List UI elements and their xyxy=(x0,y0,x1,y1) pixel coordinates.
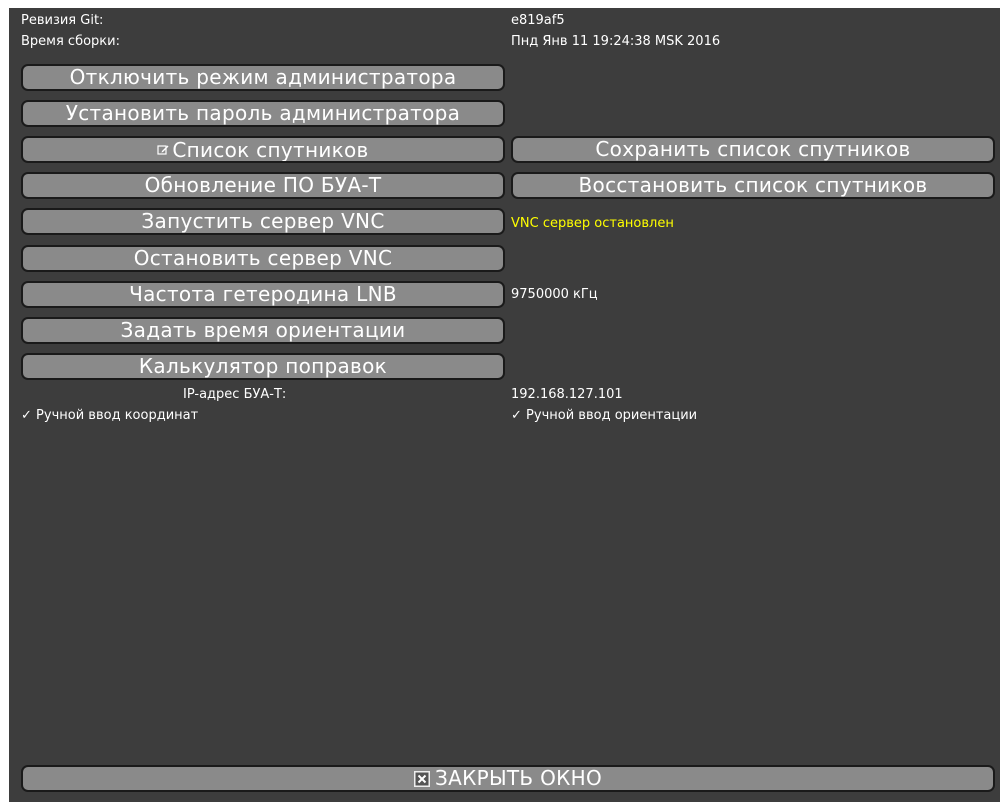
disable-admin-mode-button[interactable]: Отключить режим администратора xyxy=(21,64,505,91)
set-orientation-time-button[interactable]: Задать время ориентации xyxy=(21,317,505,344)
manual-orientation-checkmark: ✓ xyxy=(511,408,522,423)
save-satellite-list-label: Сохранить список спутников xyxy=(595,137,911,161)
vnc-status-text: VNC сервер остановлен xyxy=(511,216,674,231)
edit-icon xyxy=(157,145,169,155)
firmware-update-label: Обновление ПО БУА-Т xyxy=(144,173,382,197)
start-vnc-label: Запустить сервер VNC xyxy=(141,209,385,233)
stop-vnc-button[interactable]: Остановить сервер VNC xyxy=(21,245,505,272)
stop-vnc-label: Остановить сервер VNC xyxy=(133,246,393,270)
manual-orientation-checkbox[interactable]: ✓ Ручной ввод ориентации xyxy=(511,408,697,424)
set-admin-password-button[interactable]: Установить пароль администратора xyxy=(21,100,505,127)
close-window-label: ЗАКРЫТЬ ОКНО xyxy=(434,766,603,790)
satellite-list-label: Список спутников xyxy=(172,137,369,162)
set-admin-password-label: Установить пароль администратора xyxy=(65,101,461,125)
firmware-update-button[interactable]: Обновление ПО БУА-Т xyxy=(21,172,505,199)
start-vnc-button[interactable]: Запустить сервер VNC xyxy=(21,208,505,235)
restore-satellite-list-button[interactable]: Восстановить список спутников xyxy=(511,172,995,199)
save-satellite-list-button[interactable]: Сохранить список спутников xyxy=(511,136,995,163)
lnb-frequency-label: Частота гетеродина LNB xyxy=(129,282,397,306)
manual-coords-label: Ручной ввод координат xyxy=(36,408,199,423)
restore-satellite-list-label: Восстановить список спутников xyxy=(578,173,928,197)
lnb-frequency-button[interactable]: Частота гетеродина LNB xyxy=(21,281,505,308)
build-time-value: Пнд Янв 11 19:24:38 MSK 2016 xyxy=(511,34,721,49)
close-icon xyxy=(413,770,430,787)
disable-admin-mode-label: Отключить режим администратора xyxy=(69,65,457,89)
correction-calculator-button[interactable]: Калькулятор поправок xyxy=(21,353,505,380)
git-revision-label: Ревизия Git: xyxy=(21,13,104,28)
lnb-frequency-value: 9750000 кГц xyxy=(511,287,598,302)
satellite-list-button[interactable]: Список спутников xyxy=(21,136,505,163)
manual-orientation-label: Ручной ввод ориентации xyxy=(526,408,698,423)
manual-coords-checkbox[interactable]: ✓ Ручной ввод координат xyxy=(21,408,198,424)
ip-address-value: 192.168.127.101 xyxy=(511,387,623,402)
build-time-label: Время сборки: xyxy=(21,34,120,49)
close-window-button[interactable]: ЗАКРЫТЬ ОКНО xyxy=(21,765,995,792)
correction-calculator-label: Калькулятор поправок xyxy=(138,354,388,378)
manual-coords-checkmark: ✓ xyxy=(21,408,32,423)
ip-address-label: IP-адрес БУА-Т: xyxy=(183,387,287,402)
set-orientation-time-label: Задать время ориентации xyxy=(120,318,406,342)
settings-panel: Ревизия Git: e819af5 Время сборки: Пнд Я… xyxy=(9,8,1000,802)
git-revision-value: e819af5 xyxy=(511,13,565,28)
